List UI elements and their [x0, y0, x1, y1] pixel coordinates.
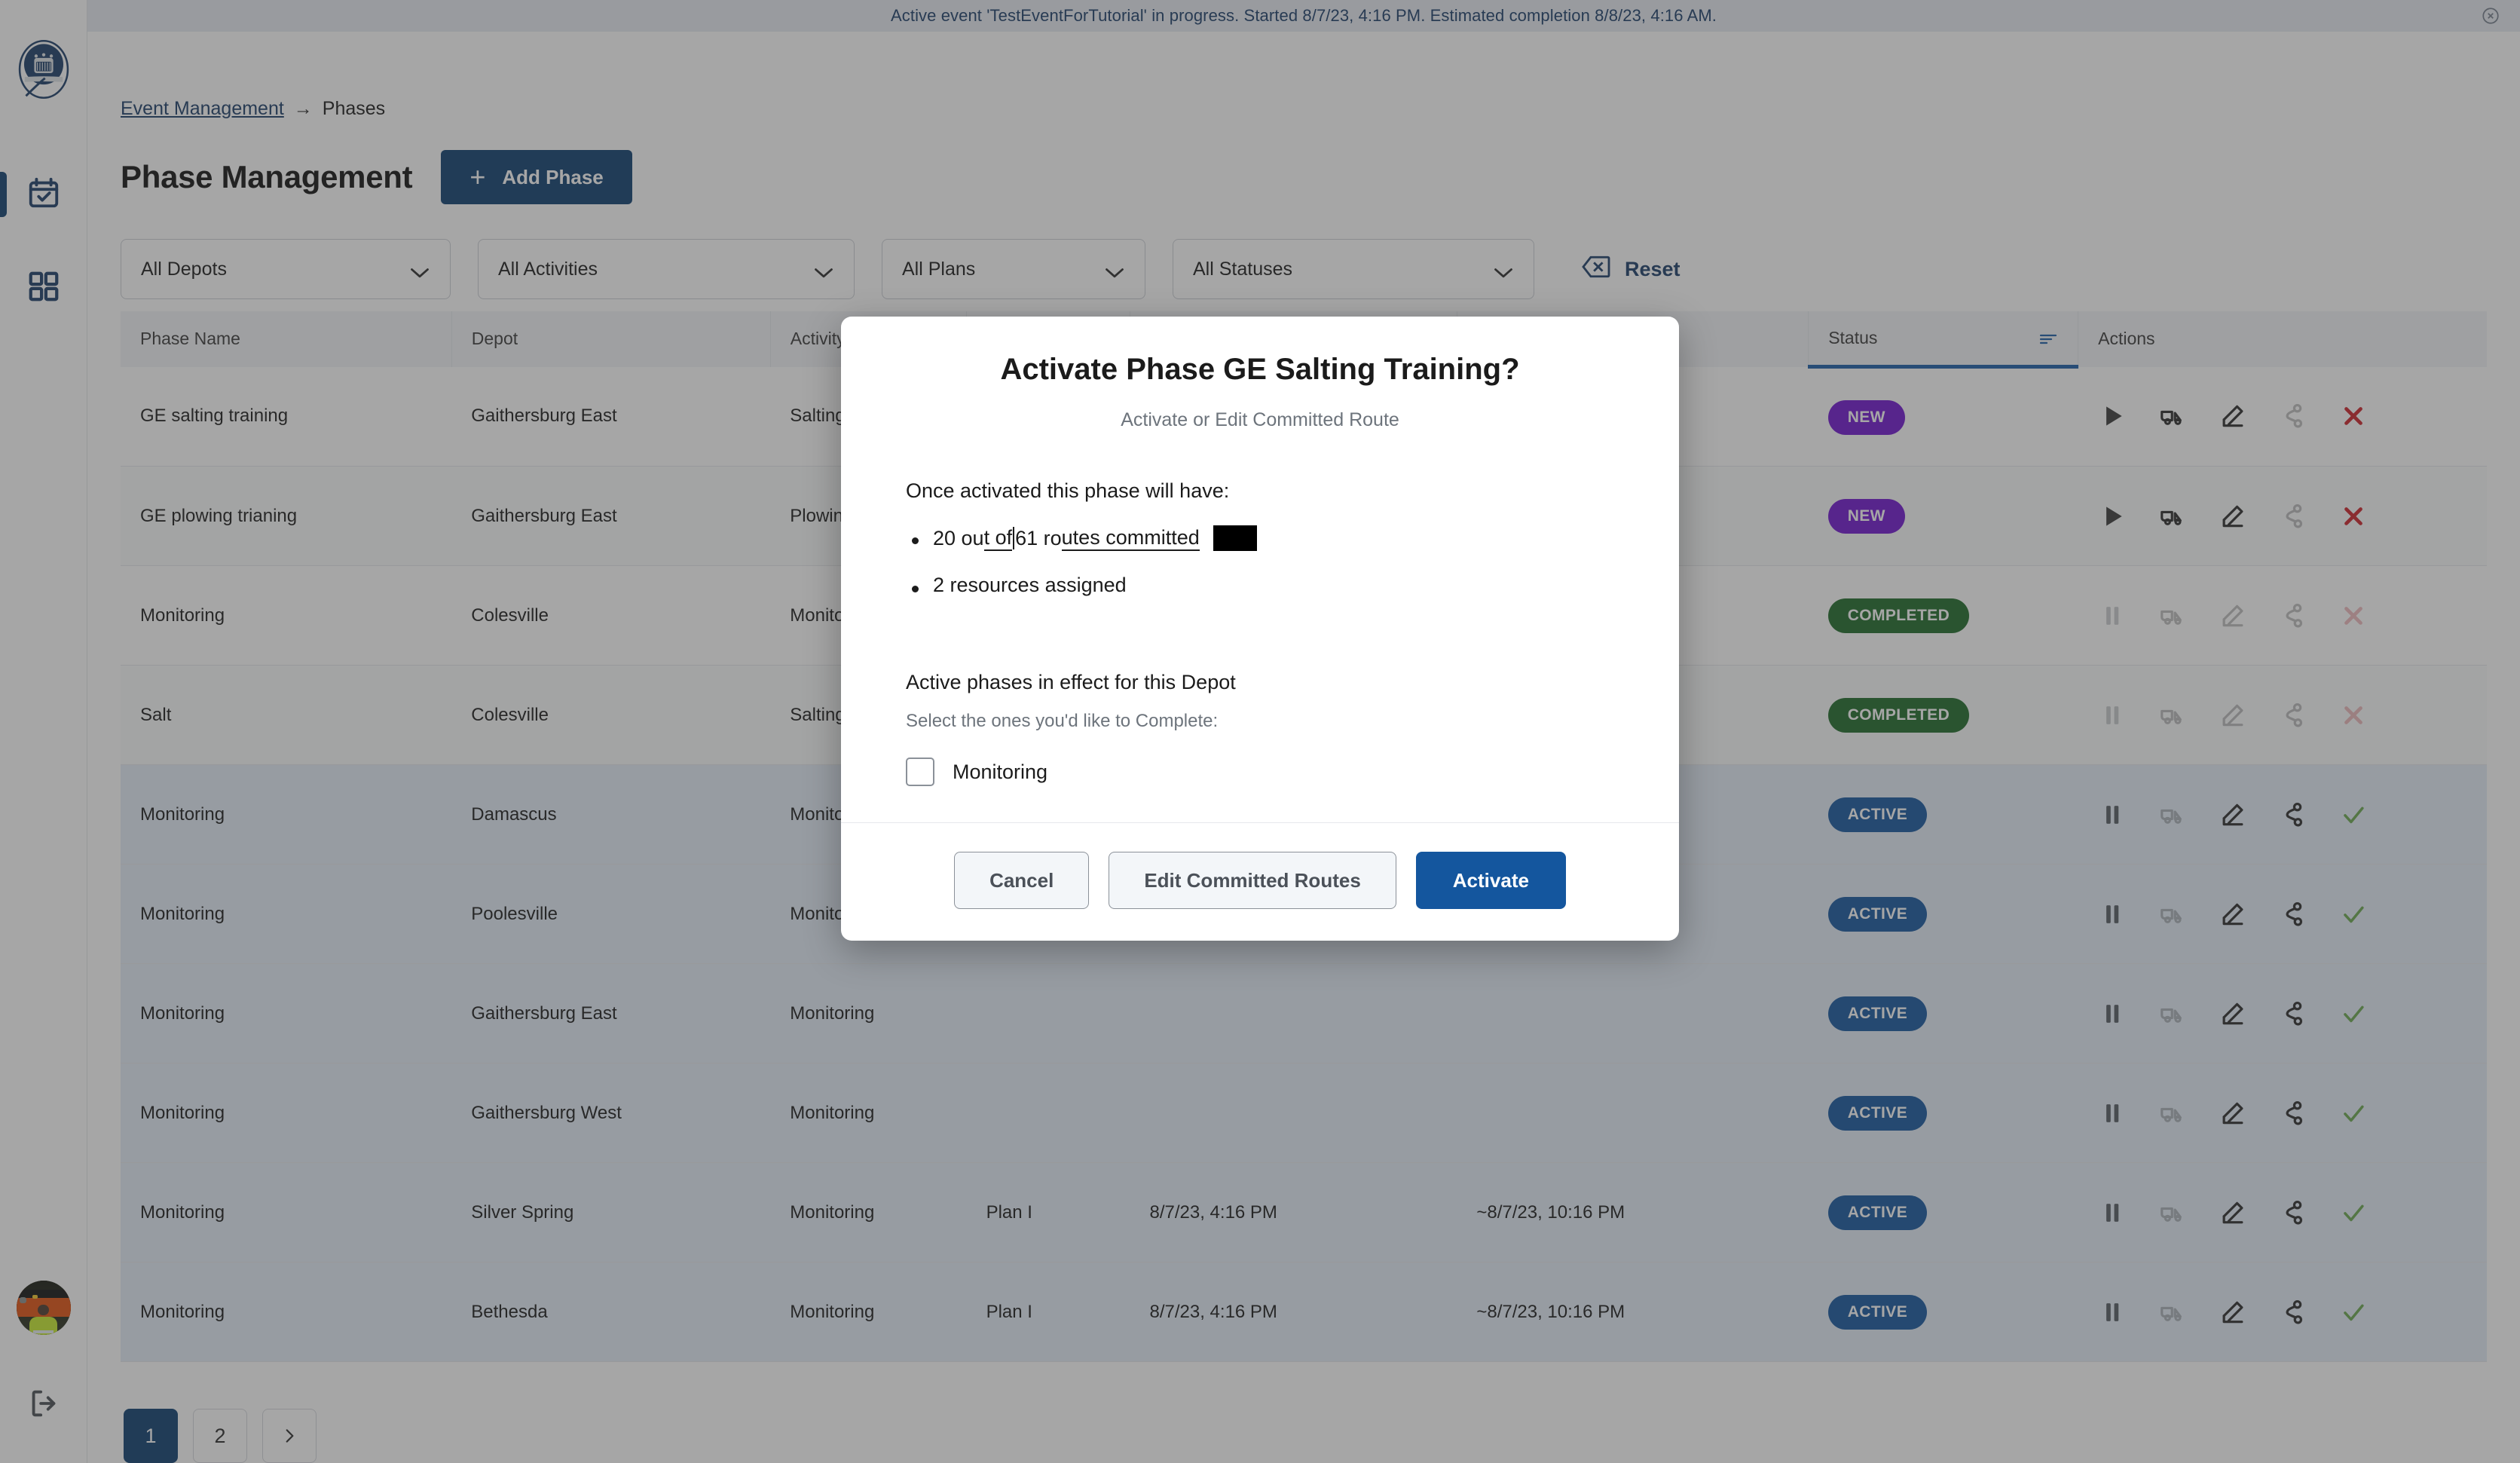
complete-phase-option[interactable]: Monitoring: [906, 758, 1614, 786]
activate-button[interactable]: Activate: [1416, 852, 1566, 909]
modal-layer: Activate Phase GE Salting Training? Acti…: [0, 0, 2520, 1463]
fact-routes-prefix: 20 ou: [933, 527, 984, 550]
app-root: Active event 'TestEventForTutorial' in p…: [0, 0, 2520, 1463]
activate-phase-dialog: Activate Phase GE Salting Training? Acti…: [841, 317, 1679, 941]
active-phases-section-sub: Select the ones you'd like to Complete:: [906, 711, 1614, 732]
fact-resources-assigned: 2 resources assigned: [906, 574, 1614, 597]
monitoring-checkbox-label: Monitoring: [953, 761, 1047, 784]
dialog-facts-list: 20 out of61 routes committed 2 resources…: [906, 525, 1614, 597]
fact-routes-suffix: utes committed: [1062, 526, 1200, 551]
fact-resources-text: 2 resources assigned: [933, 574, 1127, 597]
redacted-block: [1213, 525, 1257, 551]
dialog-subtitle: Activate or Edit Committed Route: [886, 409, 1634, 431]
fact-routes-num: 61 ro: [1015, 527, 1062, 550]
text-caret: [1013, 527, 1014, 549]
dialog-header: Activate Phase GE Salting Training? Acti…: [841, 317, 1679, 431]
cancel-button[interactable]: Cancel: [954, 852, 1089, 909]
fact-routes-committed: 20 out of61 routes committed: [906, 525, 1614, 551]
active-phases-section-title: Active phases in effect for this Depot: [906, 671, 1614, 694]
dialog-footer: Cancel Edit Committed Routes Activate: [841, 822, 1679, 941]
dialog-body: Once activated this phase will have: 20 …: [841, 431, 1679, 786]
dialog-title: Activate Phase GE Salting Training?: [886, 353, 1634, 387]
edit-committed-routes-button[interactable]: Edit Committed Routes: [1109, 852, 1396, 909]
dialog-lead-text: Once activated this phase will have:: [906, 479, 1614, 503]
monitoring-checkbox[interactable]: [906, 758, 934, 786]
fact-routes-mid: t of: [984, 526, 1013, 551]
